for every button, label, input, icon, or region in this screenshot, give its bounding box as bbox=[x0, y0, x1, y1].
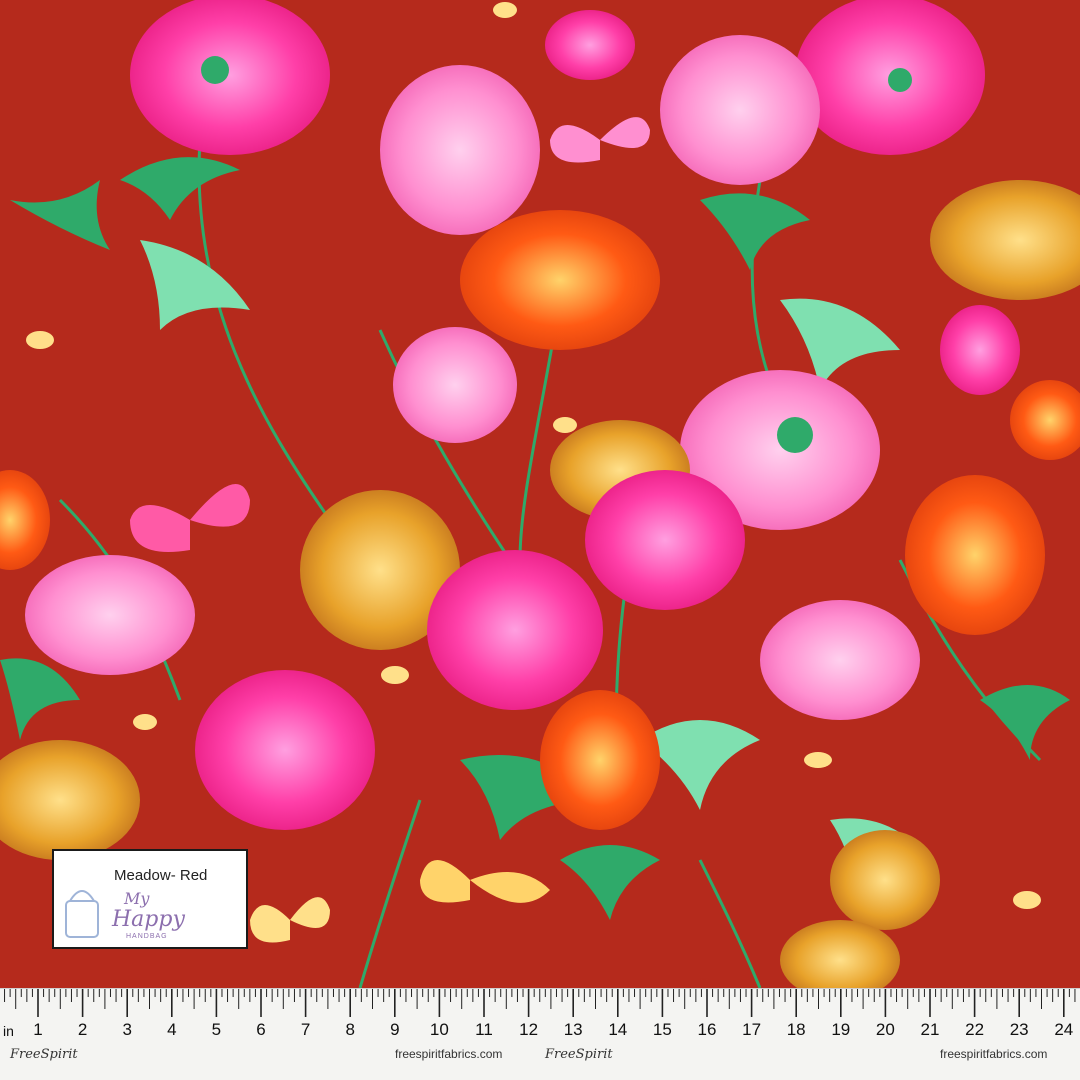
logo-text-handbag: HANDBAG bbox=[126, 933, 168, 940]
logo-text-happy: Happy bbox=[112, 907, 185, 932]
ruler-number: 23 bbox=[1009, 1020, 1029, 1039]
ruler-number: 21 bbox=[920, 1020, 940, 1039]
ruler-number: 7 bbox=[300, 1020, 311, 1039]
website-url-left: freespiritfabrics.com bbox=[395, 1047, 503, 1061]
freespirit-logo-mid: FreeSpirit bbox=[545, 1047, 613, 1062]
ruler-number: 3 bbox=[122, 1020, 132, 1039]
ruler-number: 13 bbox=[563, 1020, 583, 1039]
ruler-number: 5 bbox=[211, 1020, 222, 1039]
ruler-number: 6 bbox=[256, 1020, 266, 1039]
ruler-number: 18 bbox=[786, 1020, 806, 1039]
freespirit-logo-left: FreeSpirit bbox=[10, 1047, 78, 1062]
ruler-number: 2 bbox=[77, 1020, 88, 1039]
website-url-right: freespiritfabrics.com bbox=[940, 1047, 1048, 1061]
ruler-number: 14 bbox=[608, 1020, 628, 1039]
inch-ruler: in 1 2 3 4 5 6 7 8 9 10 11 12 13 14 15 16 17 18 19 20 21 22 23… bbox=[0, 988, 1080, 1080]
handbag-logo-icon bbox=[65, 890, 99, 938]
fabric-label-card: Meadow- Red My Happy HANDBAG bbox=[52, 849, 248, 949]
ruler-number: 15 bbox=[652, 1020, 672, 1039]
logo-text-my: My bbox=[124, 889, 150, 908]
ruler-number: 11 bbox=[475, 1020, 493, 1039]
ruler-unit: in bbox=[3, 1023, 14, 1039]
ruler-number: 19 bbox=[831, 1020, 851, 1039]
ruler-number: 20 bbox=[875, 1020, 895, 1039]
ruler-number: 9 bbox=[390, 1020, 400, 1039]
ruler-ticks bbox=[4, 989, 1076, 1017]
ruler-number: 24 bbox=[1054, 1020, 1074, 1039]
ruler-number: 8 bbox=[345, 1020, 355, 1039]
ruler-number: 12 bbox=[519, 1020, 539, 1039]
fabric-swatch-image: Meadow- Red My Happy HANDBAG in 12345678… bbox=[0, 0, 1080, 1080]
ruler-number: 22 bbox=[965, 1020, 985, 1039]
ruler-number: 10 bbox=[429, 1020, 449, 1039]
ruler-number: 4 bbox=[167, 1020, 177, 1039]
ruler-number: 1 bbox=[33, 1020, 43, 1039]
ruler-number: 17 bbox=[742, 1020, 762, 1039]
floral-pattern bbox=[0, 0, 1080, 988]
ruler-number: 16 bbox=[697, 1020, 717, 1039]
